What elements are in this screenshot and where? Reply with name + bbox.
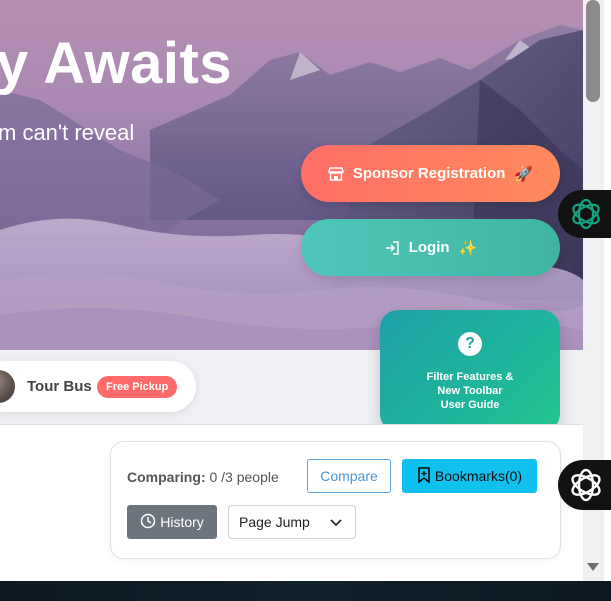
openai-icon — [567, 466, 605, 509]
comparing-status: Comparing: 0 /3 people — [127, 469, 279, 485]
bookmarks-label: Bookmarks(0) — [434, 468, 523, 484]
sponsor-registration-button[interactable]: Sponsor Registration 🚀 — [301, 145, 560, 202]
clock-icon — [140, 513, 156, 532]
side-assistant-tab[interactable] — [558, 190, 611, 238]
hero-subtitle: m can't reveal — [0, 120, 135, 145]
question-circle-icon: ? — [458, 332, 482, 356]
store-icon — [327, 166, 344, 182]
filter-guide-text: Filter Features & New Toolbar User Guide — [380, 370, 560, 412]
openai-icon — [568, 196, 604, 237]
page-jump-select[interactable]: Page Jump — [228, 505, 356, 539]
free-pickup-badge: Free Pickup — [97, 376, 178, 398]
comparing-capacity: /3 people — [221, 469, 279, 485]
bookmarks-button[interactable]: Bookmarks(0) — [402, 459, 537, 493]
scroll-down-arrow-icon[interactable] — [587, 563, 599, 571]
tour-bus-label: Tour Bus — [27, 378, 92, 395]
compare-button[interactable]: Compare — [307, 459, 391, 493]
sponsor-registration-label: Sponsor Registration — [352, 165, 506, 182]
comparing-label: Comparing: — [127, 469, 206, 485]
hero-title: y Awaits — [0, 31, 233, 96]
history-button[interactable]: History — [127, 505, 217, 539]
rocket-icon: 🚀 — [514, 165, 534, 183]
page-jump-label: Page Jump — [239, 514, 310, 530]
login-label: Login — [408, 239, 450, 256]
history-label: History — [160, 514, 204, 530]
side-assistant-button[interactable] — [558, 460, 611, 510]
comparing-count: 0 — [209, 469, 218, 485]
taskbar-strip — [0, 581, 611, 601]
filter-guide-line: New Toolbar — [437, 385, 503, 397]
login-button[interactable]: Login ✨ — [301, 219, 560, 276]
filter-guide-line: User Guide — [440, 399, 500, 411]
scrollbar-thumb[interactable] — [586, 0, 600, 102]
chevron-down-icon — [329, 515, 343, 532]
sparkles-icon: ✨ — [458, 239, 478, 257]
filter-guide-line: Filter Features & — [426, 371, 514, 383]
bookmark-icon — [417, 466, 431, 486]
login-arrow-icon — [384, 240, 400, 256]
page-viewport: y Awaits m can't reveal Sponsor Registra… — [0, 0, 583, 581]
